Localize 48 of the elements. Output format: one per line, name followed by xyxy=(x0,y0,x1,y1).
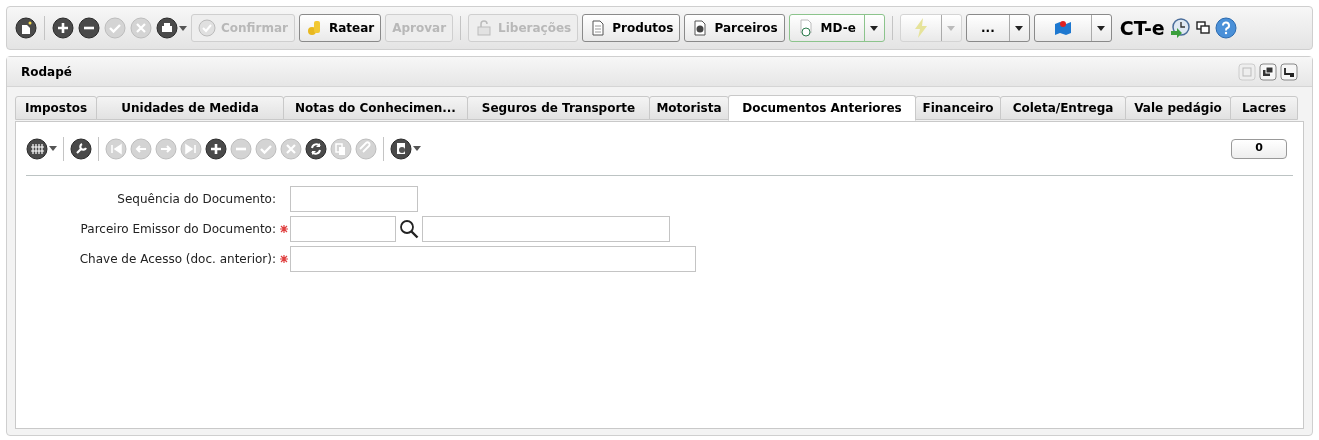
tab[interactable]: Lacres xyxy=(1230,96,1298,120)
clock-icon[interactable] xyxy=(1168,17,1191,39)
tab[interactable]: Unidades de Medida xyxy=(96,96,284,120)
caret-icon[interactable] xyxy=(1097,25,1106,31)
refresh-icon[interactable] xyxy=(305,137,327,160)
minus-icon[interactable] xyxy=(78,17,100,39)
printer-icon[interactable] xyxy=(156,17,178,39)
tab[interactable]: Seguros de Transporte xyxy=(467,96,650,120)
map-pin-icon xyxy=(1053,19,1072,37)
input-field[interactable] xyxy=(290,216,396,242)
toolbar-button[interactable]: Ratear xyxy=(298,14,382,42)
caret-icon[interactable] xyxy=(870,25,879,31)
toolbar-button[interactable]: Produtos xyxy=(582,14,681,42)
tab[interactable]: Notas do Conhecimen... xyxy=(283,96,468,120)
search-icon[interactable] xyxy=(399,219,419,239)
restore-icon[interactable] xyxy=(1259,62,1277,81)
tab[interactable]: Documentos Anteriores xyxy=(728,95,916,121)
tab[interactable]: Financeiro xyxy=(915,96,1001,120)
tab[interactable]: Motorista xyxy=(649,96,729,120)
caret-icon[interactable] xyxy=(413,146,421,151)
tab[interactable]: Vale pedágio xyxy=(1125,96,1231,120)
toolbar-button[interactable]: Parceiros xyxy=(684,14,785,42)
record-count: 0 xyxy=(1231,138,1287,159)
plus-icon[interactable] xyxy=(52,17,74,39)
check-icon xyxy=(198,19,216,37)
wrench-icon[interactable] xyxy=(70,137,92,160)
input-field[interactable] xyxy=(290,186,418,212)
lightning-icon xyxy=(913,18,928,38)
windows-icon[interactable] xyxy=(1194,20,1211,36)
caret-icon[interactable] xyxy=(49,146,57,151)
tab[interactable]: Impostos xyxy=(15,96,97,120)
lock-icon xyxy=(475,19,494,37)
field-label: Sequência do Documento: xyxy=(116,191,277,208)
panel-title: Rodapé xyxy=(21,63,72,81)
field-label: Parceiro Emissor do Documento: xyxy=(79,221,277,238)
detach-icon[interactable] xyxy=(1280,62,1298,81)
caret-icon[interactable] xyxy=(1015,25,1024,31)
field-label: Chave de Acesso (doc. anterior): xyxy=(78,251,277,268)
plus-icon[interactable] xyxy=(205,137,227,160)
input-field[interactable] xyxy=(422,216,670,242)
tab[interactable]: Coleta/Entrega xyxy=(1000,96,1126,120)
export-icon[interactable] xyxy=(390,137,412,160)
help-icon[interactable] xyxy=(1214,17,1237,39)
caret-icon[interactable] xyxy=(179,25,187,31)
new-document-icon[interactable] xyxy=(15,17,37,39)
input-field[interactable] xyxy=(290,246,696,272)
columns-icon[interactable] xyxy=(26,137,48,160)
app-title: CT-e xyxy=(1119,15,1165,41)
